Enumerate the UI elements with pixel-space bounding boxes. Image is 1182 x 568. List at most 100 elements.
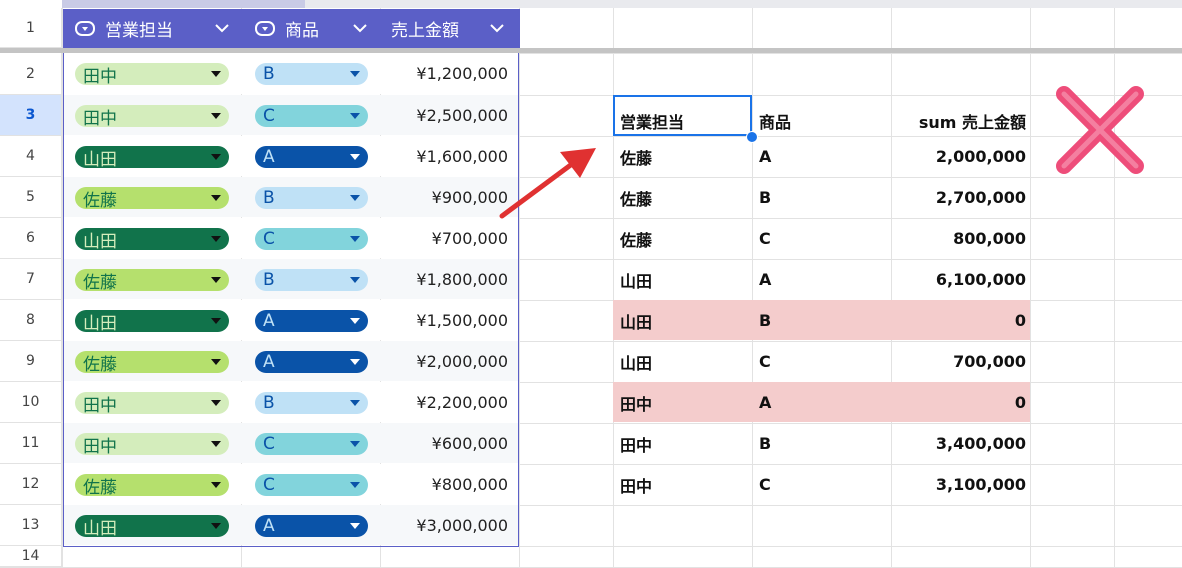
pivot-cell-product[interactable]: C (759, 218, 887, 259)
pivot-cell-sum[interactable]: 6,100,000 (898, 259, 1026, 300)
product-chip[interactable]: C (255, 105, 368, 127)
row-header-13[interactable]: 13 (0, 505, 62, 546)
rep-chip-label: 山田 (83, 231, 117, 252)
amount-cell[interactable]: ¥1,500,000 (380, 311, 508, 330)
pivot-cell-product[interactable]: A (759, 382, 887, 423)
pivot-cell-rep[interactable]: 佐藤 (620, 136, 748, 177)
row-header-2[interactable]: 2 (0, 53, 62, 95)
product-chip-label: A (263, 311, 275, 331)
rep-chip[interactable]: 佐藤 (75, 187, 229, 211)
row-header-8[interactable]: 8 (0, 300, 62, 341)
row-header-10[interactable]: 10 (0, 382, 62, 423)
rep-chip[interactable]: 山田 (75, 146, 229, 170)
pivot-cell-sum[interactable]: 800,000 (898, 218, 1026, 259)
product-chip[interactable]: B (255, 392, 368, 414)
product-chip[interactable]: C (255, 433, 368, 455)
row-header-3[interactable]: 3 (0, 95, 62, 136)
caret-down-icon (350, 523, 360, 529)
product-chip[interactable]: A (255, 351, 368, 373)
product-chip[interactable]: A (255, 146, 368, 168)
pivot-cell-rep[interactable]: 田中 (620, 464, 748, 505)
rep-chip[interactable]: 山田 (75, 310, 229, 334)
row-header-4[interactable]: 4 (0, 136, 62, 177)
rep-chip[interactable]: 田中 (75, 392, 229, 416)
pivot-cell-rep[interactable]: 田中 (620, 382, 748, 423)
caret-down-icon (211, 277, 221, 283)
fill-handle[interactable] (746, 131, 758, 143)
pivot-cell-rep[interactable]: 山田 (620, 300, 748, 341)
pivot-header[interactable]: 商品 (759, 95, 887, 136)
pivot-cell-rep[interactable]: 佐藤 (620, 218, 748, 259)
row-header-9[interactable]: 9 (0, 341, 62, 382)
pivot-cell-sum[interactable]: 2,000,000 (898, 136, 1026, 177)
amount-cell[interactable]: ¥2,500,000 (380, 106, 508, 125)
header-product[interactable]: 商品 (241, 9, 381, 48)
header-rep[interactable]: 営業担当 (63, 9, 241, 48)
rep-chip[interactable]: 田中 (75, 433, 229, 457)
product-chip[interactable]: B (255, 187, 368, 209)
row-header-5[interactable]: 5 (0, 177, 62, 218)
amount-cell[interactable]: ¥2,000,000 (380, 352, 508, 371)
row-header-14[interactable]: 14 (0, 546, 62, 567)
rep-chip-label: 佐藤 (83, 272, 117, 293)
rep-chip[interactable]: 田中 (75, 105, 229, 129)
rep-chip[interactable]: 佐藤 (75, 474, 229, 498)
header-amount[interactable]: 売上金額 (381, 9, 520, 48)
selected-cell[interactable] (613, 95, 752, 136)
pivot-cell-sum[interactable]: 700,000 (898, 341, 1026, 382)
pivot-cell-rep[interactable]: 佐藤 (620, 177, 748, 218)
pivot-cell-sum[interactable]: 3,100,000 (898, 464, 1026, 505)
product-chip[interactable]: C (255, 228, 368, 250)
product-chip[interactable]: C (255, 474, 368, 496)
row-header-6[interactable]: 6 (0, 218, 62, 259)
pivot-cell-product[interactable]: C (759, 341, 887, 382)
rep-chip[interactable]: 佐藤 (75, 351, 229, 375)
product-chip-label: B (263, 64, 275, 84)
row-header-7[interactable]: 7 (0, 259, 62, 300)
amount-cell[interactable]: ¥3,000,000 (380, 516, 508, 535)
chevron-down-icon[interactable] (215, 23, 229, 33)
chevron-down-icon[interactable] (490, 23, 504, 33)
product-chip-label: A (263, 516, 275, 536)
amount-cell[interactable]: ¥800,000 (380, 475, 508, 494)
pivot-cell-product[interactable]: B (759, 300, 887, 341)
pivot-cell-sum[interactable]: 0 (898, 382, 1026, 423)
rep-chip[interactable]: 佐藤 (75, 269, 229, 293)
pivot-cell-product[interactable]: A (759, 259, 887, 300)
row-header-12[interactable]: 12 (0, 464, 62, 505)
pivot-header[interactable]: sum 売上金額 (898, 95, 1026, 136)
header-amount-label: 売上金額 (391, 21, 459, 41)
pivot-cell-sum[interactable]: 2,700,000 (898, 177, 1026, 218)
amount-cell[interactable]: ¥900,000 (380, 188, 508, 207)
rep-chip[interactable]: 田中 (75, 63, 229, 87)
rep-chip[interactable]: 山田 (75, 228, 229, 252)
row-header-11[interactable]: 11 (0, 423, 62, 464)
pivot-cell-sum[interactable]: 3,400,000 (898, 423, 1026, 464)
product-chip[interactable]: B (255, 63, 368, 85)
amount-cell[interactable]: ¥700,000 (380, 229, 508, 248)
pivot-cell-product[interactable]: B (759, 177, 887, 218)
amount-cell[interactable]: ¥2,200,000 (380, 393, 508, 412)
pivot-cell-rep[interactable]: 山田 (620, 341, 748, 382)
pivot-cell-product[interactable]: B (759, 423, 887, 464)
rep-chip[interactable]: 山田 (75, 515, 229, 539)
grid-col-line (1030, 0, 1031, 567)
amount-cell[interactable]: ¥600,000 (380, 434, 508, 453)
amount-cell[interactable]: ¥1,800,000 (380, 270, 508, 289)
chevron-down-icon[interactable] (353, 23, 367, 33)
pivot-cell-product[interactable]: C (759, 464, 887, 505)
product-chip-label: C (263, 106, 275, 126)
caret-down-icon (350, 359, 360, 365)
pivot-cell-rep[interactable]: 山田 (620, 259, 748, 300)
row-header-1[interactable]: 1 (0, 8, 62, 48)
amount-cell[interactable]: ¥1,200,000 (380, 64, 508, 83)
pivot-cell-sum[interactable]: 0 (898, 300, 1026, 341)
product-chip[interactable]: B (255, 269, 368, 291)
pivot-cell-product[interactable]: A (759, 136, 887, 177)
pivot-cell-rep[interactable]: 田中 (620, 423, 748, 464)
grid-col-line (891, 0, 892, 567)
rep-chip-label: 田中 (83, 66, 117, 87)
product-chip[interactable]: A (255, 515, 368, 537)
product-chip[interactable]: A (255, 310, 368, 332)
amount-cell[interactable]: ¥1,600,000 (380, 147, 508, 166)
